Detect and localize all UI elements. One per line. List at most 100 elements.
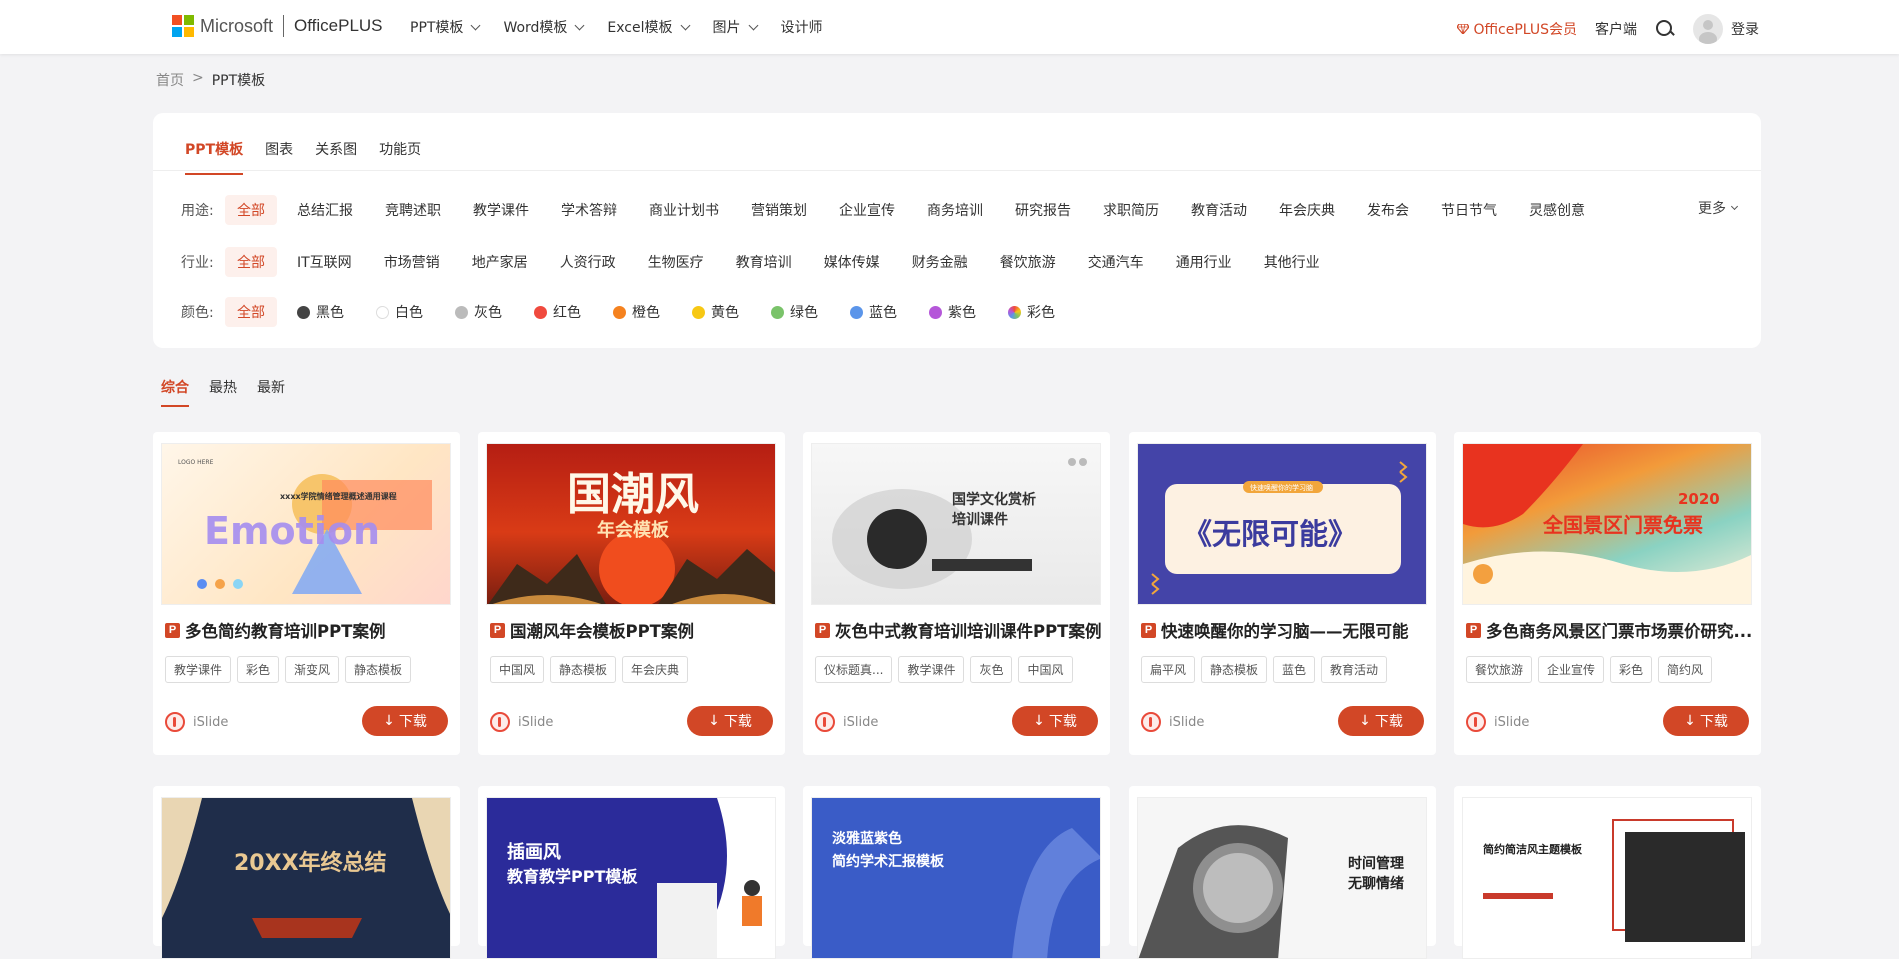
- usage-chip[interactable]: 教学课件: [461, 195, 541, 225]
- tag[interactable]: 蓝色: [1273, 656, 1316, 683]
- industry-chip[interactable]: 餐饮旅游: [988, 247, 1068, 277]
- download-button[interactable]: ↓ 下载: [1012, 706, 1098, 736]
- usage-chip[interactable]: 商务培训: [915, 195, 995, 225]
- usage-chip[interactable]: 研究报告: [1003, 195, 1083, 225]
- usage-chip[interactable]: 年会庆典: [1267, 195, 1347, 225]
- template-card[interactable]: 淡雅蓝紫色 简约学术汇报模板: [803, 786, 1110, 959]
- template-card[interactable]: LOGO HERE xxxx学院情绪管理概述通用课程 Emotion P 多色简约…: [153, 432, 460, 755]
- brand-logo[interactable]: Microsoft OfficePLUS: [172, 15, 383, 37]
- tag[interactable]: 仪标题真...: [815, 656, 893, 683]
- usage-chip[interactable]: 竞聘述职: [373, 195, 453, 225]
- nav-excel[interactable]: Excel模板: [607, 17, 690, 37]
- template-card[interactable]: 国潮风 年会模板 P 国潮风年会模板PPT案例 中国风 静态模板 年会庆典 iSl…: [478, 432, 785, 755]
- usage-chip[interactable]: 灵感创意: [1517, 195, 1597, 225]
- client-link[interactable]: 客户端: [1595, 19, 1637, 39]
- industry-chip[interactable]: 生物医疗: [636, 247, 716, 277]
- template-card[interactable]: 插画风 教育教学PPT模板: [478, 786, 785, 959]
- download-button[interactable]: ↓ 下载: [1338, 706, 1424, 736]
- tag[interactable]: 中国风: [1018, 656, 1073, 683]
- login-link[interactable]: 登录: [1731, 19, 1759, 39]
- card-author[interactable]: iSlide: [165, 712, 228, 732]
- tag[interactable]: 静态模板: [345, 656, 412, 683]
- vip-link[interactable]: OfficePLUS会员: [1457, 19, 1577, 39]
- nav-word[interactable]: Word模板: [503, 17, 585, 37]
- tag[interactable]: 扁平风: [1141, 656, 1196, 683]
- industry-chip[interactable]: 教育培训: [724, 247, 804, 277]
- search-icon[interactable]: [1655, 19, 1675, 39]
- tag[interactable]: 灰色: [970, 656, 1013, 683]
- color-chip[interactable]: 彩色: [996, 297, 1067, 327]
- usage-chip[interactable]: 全部: [225, 195, 277, 225]
- template-card[interactable]: 2020 全国景区门票免票 P 多色商务风景区门票市场票价研究... 餐饮旅游 企…: [1454, 432, 1761, 755]
- industry-chip[interactable]: 全部: [225, 247, 277, 277]
- usage-chip[interactable]: 营销策划: [739, 195, 819, 225]
- avatar[interactable]: [1693, 14, 1723, 44]
- template-card[interactable]: 时间管理 无聊情绪: [1129, 786, 1436, 959]
- industry-chip[interactable]: 通用行业: [1164, 247, 1244, 277]
- card-title[interactable]: P 多色简约教育培训PPT案例: [165, 618, 455, 642]
- usage-chip[interactable]: 总结汇报: [285, 195, 365, 225]
- tag[interactable]: 彩色: [1610, 656, 1653, 683]
- color-chip[interactable]: 黑色: [285, 297, 356, 327]
- download-button[interactable]: ↓ 下载: [362, 706, 448, 736]
- tag[interactable]: 中国风: [490, 656, 545, 683]
- tag[interactable]: 年会庆典: [622, 656, 689, 683]
- template-card[interactable]: 20XX年终总结: [153, 786, 460, 959]
- industry-chip[interactable]: IT互联网: [285, 247, 364, 277]
- template-thumbnail[interactable]: 国学文化赏析 培训课件: [811, 443, 1101, 605]
- download-button[interactable]: ↓ 下载: [687, 706, 773, 736]
- breadcrumb-home[interactable]: 首页: [156, 70, 184, 90]
- industry-chip[interactable]: 交通汽车: [1076, 247, 1156, 277]
- template-thumbnail[interactable]: 快速唤醒你的学习脑 《无限可能》: [1137, 443, 1427, 605]
- card-title[interactable]: P 多色商务风景区门票市场票价研究...: [1466, 618, 1756, 642]
- download-button[interactable]: ↓ 下载: [1663, 706, 1749, 736]
- usage-chip[interactable]: 教育活动: [1179, 195, 1259, 225]
- sort-newest[interactable]: 最新: [257, 377, 285, 407]
- template-card[interactable]: 快速唤醒你的学习脑 《无限可能》 P 快速唤醒你的学习脑——无限可能 扁平风 静态…: [1129, 432, 1436, 755]
- tag[interactable]: 简约风: [1658, 656, 1713, 683]
- industry-chip[interactable]: 人资行政: [548, 247, 628, 277]
- template-thumbnail[interactable]: 淡雅蓝紫色 简约学术汇报模板: [811, 797, 1101, 959]
- template-thumbnail[interactable]: 国潮风 年会模板: [486, 443, 776, 605]
- color-chip[interactable]: 蓝色: [838, 297, 909, 327]
- industry-chip[interactable]: 媒体传媒: [812, 247, 892, 277]
- color-chip[interactable]: 白色: [364, 297, 435, 327]
- usage-chip[interactable]: 节日节气: [1429, 195, 1509, 225]
- template-thumbnail[interactable]: 20XX年终总结: [161, 797, 451, 959]
- industry-chip[interactable]: 地产家居: [460, 247, 540, 277]
- sort-hottest[interactable]: 最热: [209, 377, 237, 407]
- tag[interactable]: 彩色: [237, 656, 280, 683]
- usage-chip[interactable]: 发布会: [1355, 195, 1421, 225]
- usage-chip[interactable]: 求职简历: [1091, 195, 1171, 225]
- template-card[interactable]: 简约简洁风主题模板: [1454, 786, 1761, 959]
- template-thumbnail[interactable]: LOGO HERE xxxx学院情绪管理概述通用课程 Emotion: [161, 443, 451, 605]
- card-author[interactable]: iSlide: [815, 712, 878, 732]
- template-thumbnail[interactable]: 时间管理 无聊情绪: [1137, 797, 1427, 959]
- color-chip[interactable]: 全部: [225, 297, 277, 327]
- nav-ppt[interactable]: PPT模板: [410, 17, 481, 37]
- sort-overall[interactable]: 综合: [161, 377, 189, 407]
- usage-chip[interactable]: 企业宣传: [827, 195, 907, 225]
- color-chip[interactable]: 橙色: [601, 297, 672, 327]
- tag[interactable]: 静态模板: [1201, 656, 1268, 683]
- tag[interactable]: 教学课件: [165, 656, 232, 683]
- card-author[interactable]: iSlide: [1466, 712, 1529, 732]
- card-author[interactable]: iSlide: [1141, 712, 1204, 732]
- color-chip[interactable]: 紫色: [917, 297, 988, 327]
- template-thumbnail[interactable]: 插画风 教育教学PPT模板: [486, 797, 776, 959]
- template-card[interactable]: 国学文化赏析 培训课件 P 灰色中式教育培训培训课件PPT案例 仪标题真... 教…: [803, 432, 1110, 755]
- usage-chip[interactable]: 学术答辩: [549, 195, 629, 225]
- tag[interactable]: 餐饮旅游: [1466, 656, 1533, 683]
- tag[interactable]: 渐变风: [285, 656, 340, 683]
- nav-designer[interactable]: 设计师: [781, 17, 823, 37]
- tag[interactable]: 教育活动: [1321, 656, 1388, 683]
- card-author[interactable]: iSlide: [490, 712, 553, 732]
- usage-chip[interactable]: 商业计划书: [637, 195, 731, 225]
- industry-chip[interactable]: 其他行业: [1252, 247, 1332, 277]
- industry-chip[interactable]: 市场营销: [372, 247, 452, 277]
- color-chip[interactable]: 灰色: [443, 297, 514, 327]
- card-title[interactable]: P 国潮风年会模板PPT案例: [490, 618, 780, 642]
- template-thumbnail[interactable]: 2020 全国景区门票免票: [1462, 443, 1752, 605]
- nav-images[interactable]: 图片: [713, 17, 758, 37]
- industry-chip[interactable]: 财务金融: [900, 247, 980, 277]
